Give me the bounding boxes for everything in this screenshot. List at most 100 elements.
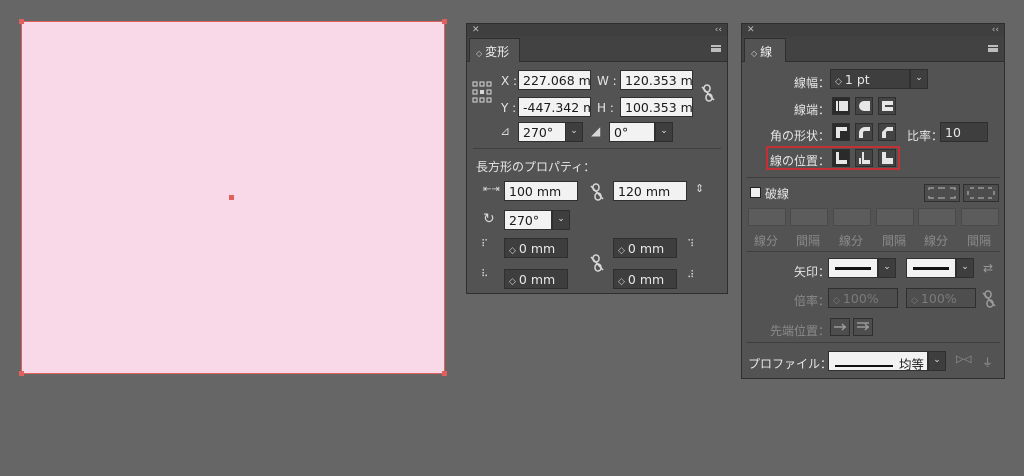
rect-rotate-field[interactable]: 270°: [504, 210, 552, 230]
start-arrowhead-field[interactable]: [828, 258, 878, 278]
selected-rectangle[interactable]: [19, 19, 447, 376]
dashed-line-label: 破線: [765, 187, 790, 201]
weight-field[interactable]: ◇ 1 pt: [830, 69, 910, 89]
arrow-tip-at-end-button[interactable]: [853, 318, 873, 336]
gap-3-field[interactable]: [961, 208, 999, 226]
height-icon: ⇕: [695, 182, 705, 195]
rect-width-field[interactable]: 100 mm: [504, 181, 578, 201]
swap-arrowheads-icon[interactable]: ⇄: [983, 261, 993, 275]
profile-field[interactable]: 均等: [828, 351, 928, 371]
dash-preserve-button[interactable]: [924, 184, 960, 202]
divider: [473, 148, 721, 149]
gap-1-field[interactable]: [790, 208, 828, 226]
constrain-proportions-icon[interactable]: [701, 84, 715, 102]
link-width-height-icon[interactable]: [590, 183, 604, 201]
start-scale-field[interactable]: ◇ 100%: [828, 288, 898, 308]
weight-dropdown[interactable]: ⌄: [910, 69, 928, 89]
panel-tab-bar: ◇ 変形: [467, 36, 727, 62]
miter-join-button[interactable]: [832, 123, 850, 141]
end-arrowhead-dropdown[interactable]: ⌄: [956, 258, 974, 278]
miter-limit-field[interactable]: 10: [940, 122, 988, 142]
divider: [746, 251, 1000, 252]
gap-3-label: 間隔: [967, 234, 992, 248]
center-point: [229, 195, 234, 200]
panel-menu-icon[interactable]: [711, 45, 721, 52]
align-center-button[interactable]: [832, 149, 850, 167]
projecting-cap-button[interactable]: [878, 97, 896, 115]
round-join-button[interactable]: [855, 123, 873, 141]
selection-handle-top-right[interactable]: [442, 19, 447, 24]
selection-handle-top-left[interactable]: [19, 19, 24, 24]
x-field[interactable]: 227.068 m: [518, 70, 591, 90]
y-label: Y :: [501, 101, 517, 115]
link-scale-icon[interactable]: [982, 290, 996, 308]
dash-align-button[interactable]: [963, 184, 999, 202]
profile-preview-icon: [835, 364, 893, 367]
dash-2-label: 線分: [839, 234, 864, 248]
miter-limit-label: 比率：: [907, 129, 944, 143]
corner-tl-field[interactable]: ◇ 0 mm: [504, 238, 568, 258]
start-scale-value: 100%: [842, 291, 879, 306]
dash-1-field[interactable]: [748, 208, 786, 226]
shear-icon: ◢: [591, 124, 601, 138]
w-label: W :: [597, 74, 617, 88]
corner-bl-field[interactable]: ◇ 0 mm: [504, 269, 568, 289]
rectangle-properties-title: 長方形のプロパティ：: [476, 160, 596, 174]
bevel-join-button[interactable]: [878, 123, 896, 141]
weight-label: 線幅：: [794, 76, 831, 90]
arrowhead-label: 矢印：: [794, 265, 831, 279]
rect-height-field[interactable]: 120 mm: [613, 181, 687, 201]
width-icon: ⇤⇥: [483, 184, 500, 195]
close-icon[interactable]: ✕: [747, 25, 755, 35]
rotate-dropdown[interactable]: ⌄: [565, 122, 583, 142]
tab-arrows-icon: ◇: [476, 49, 483, 58]
corner-tr-field[interactable]: ◇ 0 mm: [613, 238, 677, 258]
align-inside-button[interactable]: [855, 149, 873, 167]
reference-point-icon[interactable]: [472, 81, 492, 103]
close-icon[interactable]: ✕: [472, 25, 480, 35]
corner-tr-value: 0 mm: [627, 241, 665, 256]
end-arrowhead-field[interactable]: [906, 258, 956, 278]
flip-across-icon[interactable]: ⏚: [982, 354, 993, 370]
tab-stroke[interactable]: ◇ 線: [744, 38, 786, 62]
shear-field[interactable]: 0°: [609, 122, 655, 142]
collapse-icon[interactable]: ‹‹: [992, 25, 999, 35]
end-scale-field[interactable]: ◇ 100%: [906, 288, 976, 308]
gap-2-label: 間隔: [882, 234, 907, 248]
corner-bottom-left-icon: ⠧: [481, 269, 489, 280]
rect-rotate-icon: ↻: [483, 211, 495, 227]
dash-2-field[interactable]: [833, 208, 871, 226]
butt-cap-button[interactable]: [832, 97, 850, 115]
corner-br-field[interactable]: ◇ 0 mm: [613, 269, 677, 289]
selection-handle-bottom-right[interactable]: [442, 371, 447, 376]
h-field[interactable]: 100.353 m: [620, 97, 693, 117]
flip-along-icon[interactable]: ▷◁: [956, 354, 971, 365]
rect-rotate-dropdown[interactable]: ⌄: [552, 210, 570, 230]
tab-transform[interactable]: ◇ 変形: [469, 38, 521, 62]
gap-2-field[interactable]: [876, 208, 914, 226]
end-scale-value: 100%: [920, 291, 957, 306]
rotate-field[interactable]: 270°: [518, 122, 566, 142]
corner-top-left-icon: ⠏: [481, 239, 489, 250]
y-field[interactable]: -447.342 m: [518, 97, 591, 117]
x-label: X :: [501, 74, 518, 88]
collapse-icon[interactable]: ‹‹: [715, 25, 722, 35]
dashed-line-checkbox[interactable]: [750, 187, 761, 198]
link-corners-icon[interactable]: [590, 254, 604, 272]
align-outside-button[interactable]: [878, 149, 896, 167]
start-arrowhead-dropdown[interactable]: ⌄: [878, 258, 896, 278]
dash-3-field[interactable]: [918, 208, 956, 226]
panel-titlebar: ✕ ‹‹: [467, 24, 727, 36]
panel-menu-icon[interactable]: [988, 45, 998, 52]
selection-handle-bottom-left[interactable]: [19, 371, 24, 376]
round-cap-button[interactable]: [855, 97, 873, 115]
tab-label: 線: [760, 45, 773, 59]
arrow-tip-beyond-button[interactable]: [830, 318, 850, 336]
corner-top-right-icon: ⠹: [687, 239, 695, 250]
divider: [746, 177, 1000, 178]
shear-dropdown[interactable]: ⌄: [655, 122, 673, 142]
w-field[interactable]: 120.353 m: [620, 70, 693, 90]
tab-arrows-icon: ◇: [751, 49, 758, 58]
profile-dropdown[interactable]: ⌄: [928, 351, 946, 371]
corner-tl-value: 0 mm: [518, 241, 556, 256]
